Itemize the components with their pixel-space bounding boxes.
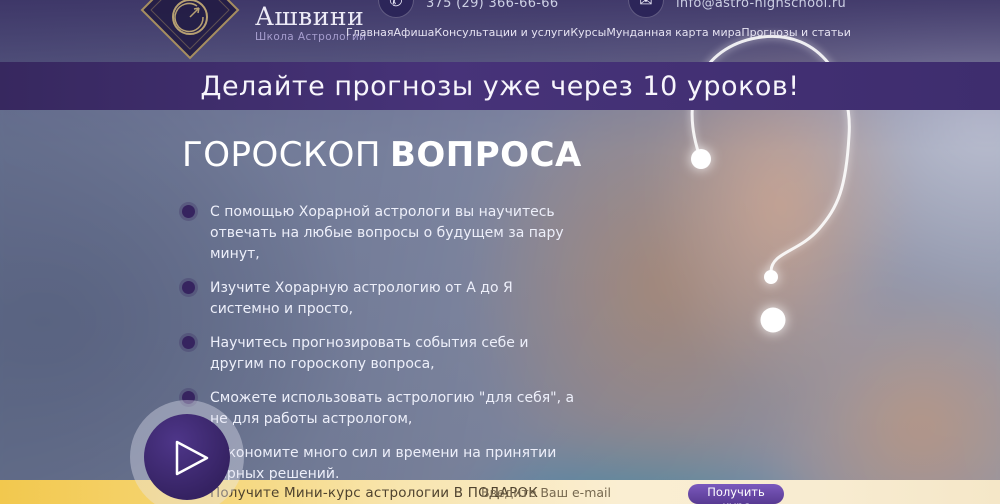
list-item-text: Сэкономите много сил и времени на принят… [210, 443, 582, 485]
nav-item-mundane-map[interactable]: Мунданная карта мира [606, 26, 741, 39]
list-item: Научитесь прогнозировать события себе и … [182, 333, 582, 375]
page-title-bold: ВОПРОСА [390, 135, 582, 175]
brand-logo-icon [140, 0, 240, 60]
list-item-text: Научитесь прогнозировать события себе и … [210, 333, 582, 375]
email-address: info@astro-highschool.ru [676, 0, 846, 11]
play-icon [174, 440, 210, 476]
brand-logo[interactable] [140, 0, 240, 60]
phone-number: 375 (29) 366-66-66 [426, 0, 558, 11]
nav-item-courses[interactable]: Курсы [570, 26, 606, 39]
nav-item-home[interactable]: Главная [346, 26, 394, 39]
promo-banner-text: Делайте прогнозы уже через 10 уроков! [200, 71, 799, 102]
contact-email: ✉ info@astro-highschool.ru [628, 0, 846, 18]
bullet-dot-icon [182, 336, 195, 349]
promo-banner: Делайте прогнозы уже через 10 уроков! [0, 62, 1000, 110]
page-title-light: ГОРОСКОП [182, 135, 381, 175]
contact-phone: ✆ 375 (29) 366-66-66 [378, 0, 558, 18]
bullet-dot-icon [182, 205, 195, 218]
nav-item-services[interactable]: Консультации и услуги [434, 26, 570, 39]
page-title: ГОРОСКОПВОПРОСА [182, 134, 582, 176]
nav-item-afisha[interactable]: Афиша [394, 26, 435, 39]
email-icon: ✉ [628, 0, 664, 18]
site-header: Ашвини Школа Астрологии ✆ 375 (29) 366-6… [0, 0, 1000, 62]
list-item-text: Изучите Хорарную астрологию от А до Я си… [210, 278, 582, 320]
list-item: С помощью Хорарной астрологи вы научитес… [182, 202, 582, 265]
page: Ашвини Школа Астрологии ✆ 375 (29) 366-6… [0, 0, 1000, 504]
list-item: Изучите Хорарную астрологию от А до Я си… [182, 278, 582, 320]
get-course-button[interactable]: Получить курс [688, 484, 784, 504]
phone-icon: ✆ [378, 0, 414, 18]
list-item-text: Сможете использовать астрологию "для себ… [210, 388, 582, 430]
play-video-button[interactable] [130, 400, 244, 504]
nav-item-articles[interactable]: Прогнозы и статьи [741, 26, 851, 39]
list-item-text: С помощью Хорарной астрологи вы научитес… [210, 202, 582, 265]
main-nav: Главная Афиша Консультации и услуги Курс… [346, 26, 838, 39]
email-input[interactable] [479, 480, 623, 504]
bullet-dot-icon [182, 281, 195, 294]
